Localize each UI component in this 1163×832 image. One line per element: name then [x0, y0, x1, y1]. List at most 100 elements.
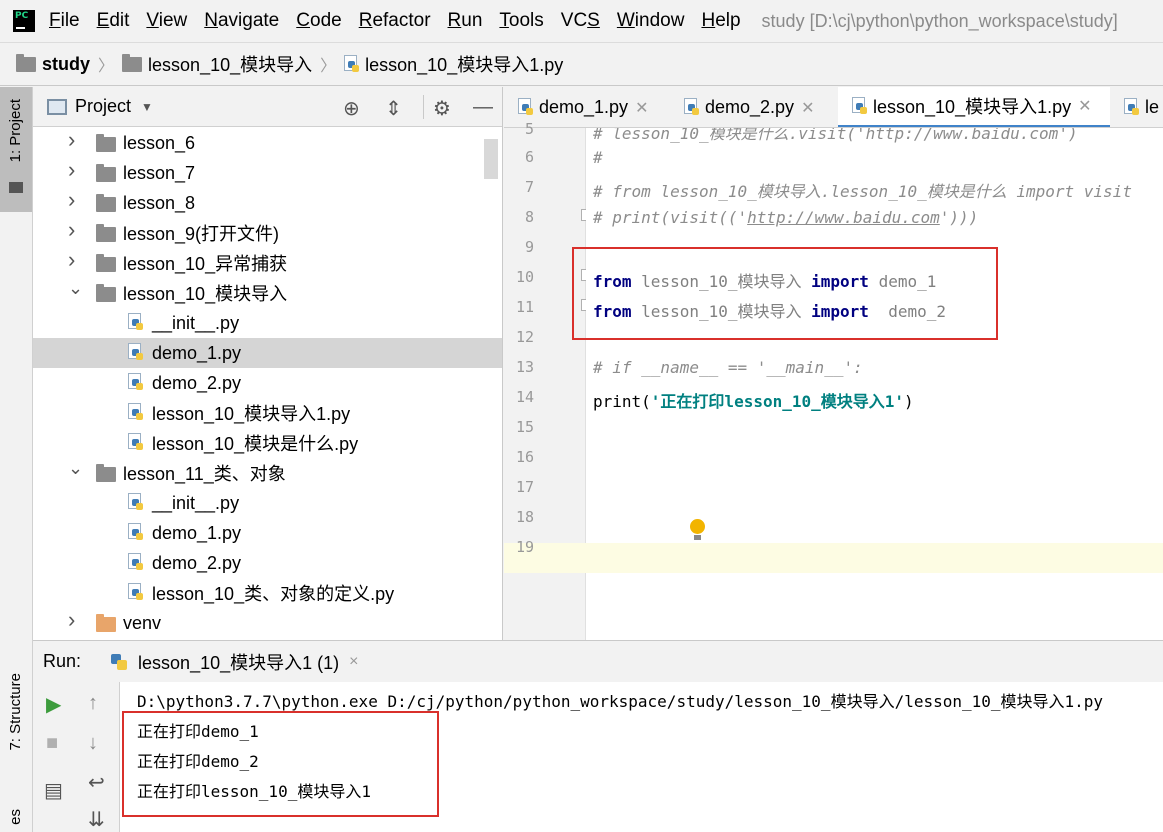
run-console[interactable]: D:\python3.7.7\python.exe D:/cj/python/p…	[120, 682, 1163, 832]
stop-icon[interactable]: ■	[46, 732, 58, 755]
menu-code[interactable]: Code	[296, 10, 341, 32]
gear-icon[interactable]: ⚙	[433, 96, 451, 121]
line-number: 17	[515, 478, 534, 496]
menu-window[interactable]: Window	[617, 10, 685, 32]
code-line-11: from lesson_10_模块导入 import demo_2	[593, 302, 946, 321]
project-view-selector[interactable]: Project	[75, 96, 131, 117]
menu-edit[interactable]: Edit	[97, 10, 130, 32]
breadcrumb-file[interactable]: lesson_10_模块导入1.py	[344, 51, 563, 77]
hide-icon[interactable]: —	[473, 96, 493, 119]
line-number: 10	[515, 268, 534, 286]
collapse-all-icon[interactable]: ⇕	[385, 96, 402, 121]
tree-folder-item[interactable]: › venv	[33, 607, 502, 638]
code-area[interactable]: # lesson_10_模块是什么.visit('http://www.baid…	[586, 128, 1163, 640]
tab-demo-2[interactable]: demo_2.py ✕	[670, 87, 838, 127]
tree-item-label: lesson_10_模块是什么.py	[152, 434, 359, 454]
arrow-up-icon[interactable]: ↑	[88, 692, 98, 715]
project-panel: Project ▼ ⊕ ⇕ ⚙ — › lesson_6 › lesson_7 › les…	[33, 87, 503, 640]
tab-lesson-10-1[interactable]: lesson_10_模块导入1.py ✕	[838, 87, 1110, 127]
chevron-right-icon: 〉	[320, 58, 337, 75]
code-line-8: # print(visit(('http://www.baidu.com')))	[593, 208, 979, 227]
menu-view[interactable]: View	[146, 10, 187, 32]
menu-refactor[interactable]: Refactor	[359, 10, 431, 32]
chevron-right-icon[interactable]: ›	[68, 127, 75, 153]
menu-vcs[interactable]: VCS	[561, 10, 600, 32]
scrollbar[interactable]	[484, 139, 498, 179]
console-line: 正在打印lesson_10_模块导入1	[137, 782, 371, 801]
line-number: 16	[515, 448, 534, 466]
python-file-icon	[128, 373, 144, 392]
tree-file-item[interactable]: __init__.py	[33, 488, 502, 518]
line-number: 5	[524, 120, 534, 138]
tree-file-item[interactable]: __init__.py	[33, 308, 502, 338]
rerun-icon[interactable]: ▶	[46, 692, 61, 717]
arrow-down-icon[interactable]: ↓	[88, 732, 98, 755]
tab-overflow[interactable]: le	[1110, 87, 1163, 127]
project-panel-header: Project ▼ ⊕ ⇕ ⚙ —	[33, 87, 502, 127]
breadcrumb-folder[interactable]: lesson_10_模块导入	[122, 51, 312, 77]
tree-folder-item[interactable]: › lesson_8	[33, 187, 502, 218]
menu-run[interactable]: Run	[448, 10, 483, 32]
tree-folder-item[interactable]: › lesson_7	[33, 157, 502, 188]
locate-icon[interactable]: ⊕	[343, 96, 360, 121]
tree-item-label: demo_1.py	[152, 342, 242, 363]
breadcrumb-project[interactable]: study	[16, 53, 90, 75]
python-file-icon	[684, 98, 700, 117]
chevron-down-icon[interactable]: ⌄	[68, 278, 83, 299]
code-line-6: #	[593, 148, 603, 167]
tree-folder-item[interactable]: › lesson_10_异常捕获	[33, 247, 502, 278]
tree-file-item[interactable]: lesson_10_模块导入1.py	[33, 398, 502, 428]
tree-item-label: lesson_8	[123, 192, 196, 213]
run-tab[interactable]: lesson_10_模块导入1 (1) ×	[111, 649, 358, 675]
chevron-right-icon[interactable]: ›	[68, 607, 75, 633]
breadcrumb: study 〉 lesson_10_模块导入 〉 lesson_10_模块导入1…	[0, 42, 1163, 86]
tree-file-item[interactable]: demo_2.py	[33, 548, 502, 578]
tree-file-item[interactable]: demo_2.py	[33, 368, 502, 398]
chevron-down-icon[interactable]: ▼	[141, 100, 153, 114]
layout-icon[interactable]: ▤	[44, 778, 63, 803]
chevron-down-icon[interactable]: ⌄	[68, 458, 83, 479]
code-line-13: # if __name__ == '__main__':	[593, 358, 863, 377]
tree-item-label: lesson_6	[123, 132, 196, 153]
tree-item-label: demo_2.py	[152, 552, 242, 573]
lightbulb-icon[interactable]	[690, 519, 705, 540]
python-file-icon	[128, 343, 144, 362]
menu-help[interactable]: Help	[701, 10, 740, 32]
menu-file[interactable]: File	[49, 10, 80, 32]
chevron-right-icon[interactable]: ›	[68, 157, 75, 183]
line-number: 12	[515, 328, 534, 346]
tool-window-project[interactable]: 1: Project	[0, 87, 32, 212]
python-file-icon	[128, 493, 144, 512]
python-file-icon	[128, 553, 144, 572]
tree-file-item[interactable]: demo_1.py	[33, 518, 502, 548]
tree-item-label: demo_2.py	[152, 372, 242, 393]
tree-item-label: lesson_9(打开文件)	[123, 224, 280, 244]
close-icon[interactable]: ✕	[1078, 96, 1091, 116]
tree-folder-item[interactable]: ⌄ lesson_11_类、对象	[33, 458, 502, 488]
tool-window-structure[interactable]: 7: Structure	[0, 665, 32, 785]
current-line-highlight	[586, 543, 1163, 573]
tree-file-item[interactable]: lesson_10_类、对象的定义.py	[33, 578, 502, 608]
divider	[423, 95, 424, 119]
tree-item-label: lesson_10_异常捕获	[123, 254, 288, 274]
tree-folder-item[interactable]: › lesson_6	[33, 127, 502, 158]
close-icon[interactable]: ×	[349, 653, 358, 671]
tree-file-item[interactable]: lesson_10_模块是什么.py	[33, 428, 502, 458]
menu-navigate[interactable]: Navigate	[204, 10, 279, 32]
menu-tools[interactable]: Tools	[499, 10, 543, 32]
tree-folder-item[interactable]: ⌄ lesson_10_模块导入	[33, 278, 502, 308]
chevron-right-icon[interactable]: ›	[68, 187, 75, 213]
line-number: 15	[515, 418, 534, 436]
close-icon[interactable]: ✕	[635, 98, 648, 118]
tree-file-item[interactable]: demo_1.py	[33, 338, 502, 368]
soft-wrap-icon[interactable]: ↩	[88, 770, 105, 795]
tree-folder-item[interactable]: › lesson_9(打开文件)	[33, 217, 502, 248]
scroll-to-end-icon[interactable]: ⇊	[88, 807, 105, 832]
line-number: 9	[524, 238, 534, 256]
tool-favorites-label[interactable]: es	[7, 809, 24, 825]
run-toolbar: ▶ ↑ ■ ↓ ↩ ▤ ⇊	[33, 682, 120, 832]
chevron-right-icon[interactable]: ›	[68, 247, 75, 273]
close-icon[interactable]: ✕	[801, 98, 814, 118]
folder-icon	[96, 284, 116, 302]
chevron-right-icon[interactable]: ›	[68, 217, 75, 243]
